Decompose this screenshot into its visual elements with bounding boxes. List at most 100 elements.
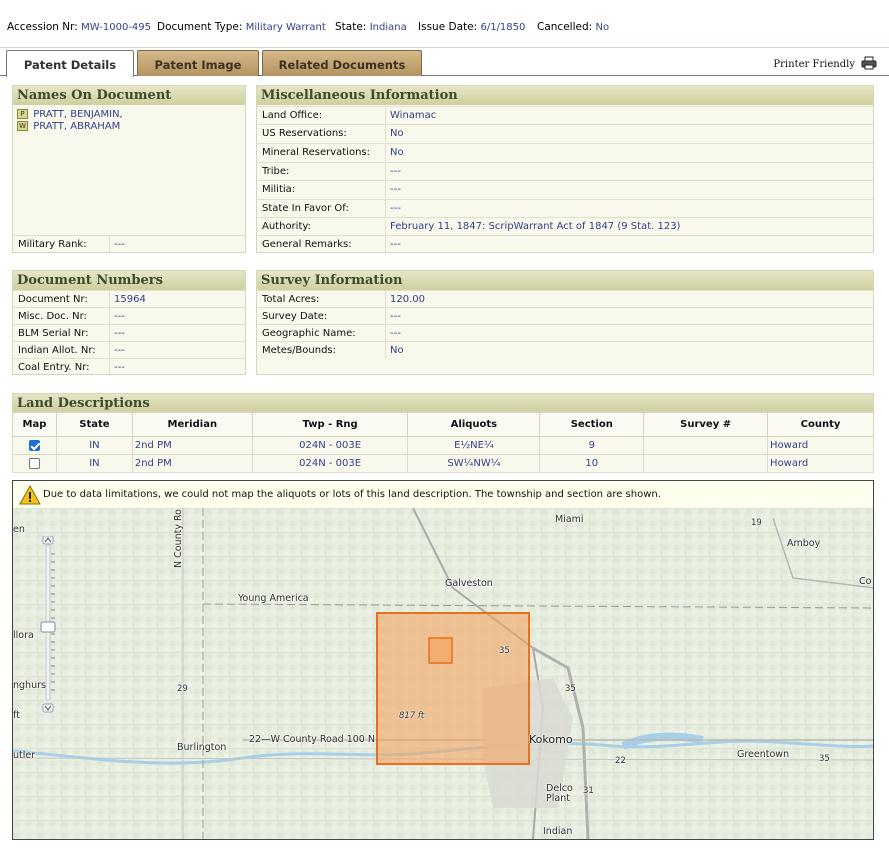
map-warning: Due to data limitations, we could not ma… [12,480,874,508]
docnum-value: --- [114,311,125,322]
misc-row: Land Office: Winamac [257,106,873,124]
col-state: State [55,412,133,437]
accession-value: MW-1000-495 [81,22,152,33]
survey-panel: Survey Information Total Acres: 120.00 Su… [256,270,874,375]
printer-friendly-link[interactable]: Printer Friendly [773,56,877,73]
map-label: 817 ft [399,711,425,721]
col-meridian: Meridian [131,412,253,437]
docnum-row: Indian Allot. Nr: --- [13,341,245,359]
section-cell: 9 [539,436,645,455]
doctype-value: Military Warrant [245,22,326,33]
misc-value: Winamac [390,110,437,121]
tab-patent-details[interactable]: Patent Details [6,50,134,77]
military-rank-label: Military Rank: [18,239,87,250]
docnum-row: BLM Serial Nr: --- [13,324,245,342]
zoom-slider[interactable] [40,536,56,713]
misc-value: --- [390,166,401,177]
misc-row: Mineral Reservations: No [257,143,873,161]
docnum-value: --- [114,345,125,356]
printer-friendly-label[interactable]: Printer Friendly [773,59,855,70]
misc-value: --- [390,203,401,214]
state-cell: IN [55,454,133,473]
warning-icon [19,485,41,505]
map-label: Kokomo [529,733,573,746]
authority-link[interactable]: February 11, 1847: ScripWarrant Act of 1… [390,221,680,232]
twp-rng-cell: 024N - 003E [251,436,409,455]
map-cell [12,436,57,455]
map-checkbox[interactable] [28,439,40,451]
misc-row: Authority: February 11, 1847: ScripWarran… [257,217,873,235]
map-canvas[interactable] [13,508,874,840]
state-cell: IN [55,436,133,455]
military-rank-value: --- [114,239,125,250]
tab-related-documents[interactable]: Related Documents [262,50,422,76]
misc-label: Authority: [262,221,311,232]
misc-row: State In Favor Of: --- [257,199,873,217]
survey-value: No [390,345,404,356]
docnum-label: BLM Serial Nr: [18,328,89,339]
misc-label: General Remarks: [262,239,352,250]
misc-label: Mineral Reservations: [262,147,370,158]
names-panel-title: Names On Document [13,86,245,105]
misc-label: Tribe: [262,166,290,177]
docnum-label: Indian Allot. Nr: [18,345,96,356]
survey-value: 120.00 [390,294,425,305]
survey-value: --- [390,311,401,322]
survey-row: Metes/Bounds: No [257,341,873,359]
map-label: 19 [751,518,762,528]
land-descriptions-title: Land Descriptions [12,393,874,412]
patentee-badge-icon: P [17,109,28,119]
issue-date-value: 6/1/1850 [480,22,526,33]
name-link[interactable]: PRATT, ABRAHAM [33,121,120,132]
misc-row: General Remarks: --- [257,235,873,253]
misc-row: Tribe: --- [257,162,873,180]
cancelled-field: Cancelled: No [537,21,609,33]
map-label: Young America [238,593,309,604]
doctype-field: Document Type: Military Warrant [157,21,326,33]
name-item[interactable]: W PRATT, ABRAHAM [17,121,120,132]
docnum-label: Document Nr: [18,294,88,305]
survey-panel-title: Survey Information [257,271,873,290]
docnum-value: --- [114,362,125,373]
tab-patent-image[interactable]: Patent Image [137,50,259,76]
name-item[interactable]: P PRATT, BENJAMIN, [17,109,123,120]
map-label: 22—W County Road 100 N [249,734,375,745]
docnum-row: Coal Entry. Nr: --- [13,358,245,376]
map-label: 35 [565,684,576,694]
map-checkbox[interactable] [28,457,40,469]
map-label: N County Ro [173,509,184,568]
section-highlight [428,637,453,664]
table-row: IN 2nd PM 024N - 003E E½NE¼ 9 Howard [12,436,874,455]
aliquots-cell: SW¼NW¼ [407,454,541,473]
state-field: State: Indiana [335,21,407,33]
survey-cell [643,436,769,455]
printer-icon[interactable] [861,56,877,73]
state-value: Indiana [369,22,407,33]
misc-label: State In Favor Of: [262,203,349,214]
misc-row: US Reservations: No [257,124,873,142]
misc-panel: Miscellaneous Information Land Office: Wi… [256,85,874,253]
tab-bar: Patent Details Patent Image Related Docu… [0,50,889,77]
map-label: en [13,524,25,535]
map-label: utler [13,750,36,761]
map-label: 35 [819,754,830,764]
col-survey: Survey # [643,412,769,437]
county-cell: Howard [767,436,874,455]
map-label: Miami [555,514,584,525]
map-label: Amboy [787,538,821,549]
names-panel: Names On Document P PRATT, BENJAMIN, W P… [12,85,246,253]
misc-value: No [390,128,404,139]
docnum-row: Misc. Doc. Nr: --- [13,307,245,325]
map-view[interactable]: Miami Amboy Galveston Young America Koko… [12,508,874,840]
twp-rng-cell: 024N - 003E [251,454,409,473]
name-link[interactable]: PRATT, BENJAMIN, [33,109,123,120]
survey-label: Metes/Bounds: [262,345,337,356]
docnum-label: Misc. Doc. Nr: [18,311,87,322]
map-label: Delco Plant [546,783,573,804]
map-cell [12,454,57,473]
accession-field: Accession Nr: MW-1000-495 [7,21,151,33]
docnum-label: Coal Entry. Nr: [18,362,90,373]
document-numbers-title: Document Numbers [13,271,245,290]
accession-label: Accession Nr: [7,21,78,33]
meridian-cell: 2nd PM [131,436,253,455]
